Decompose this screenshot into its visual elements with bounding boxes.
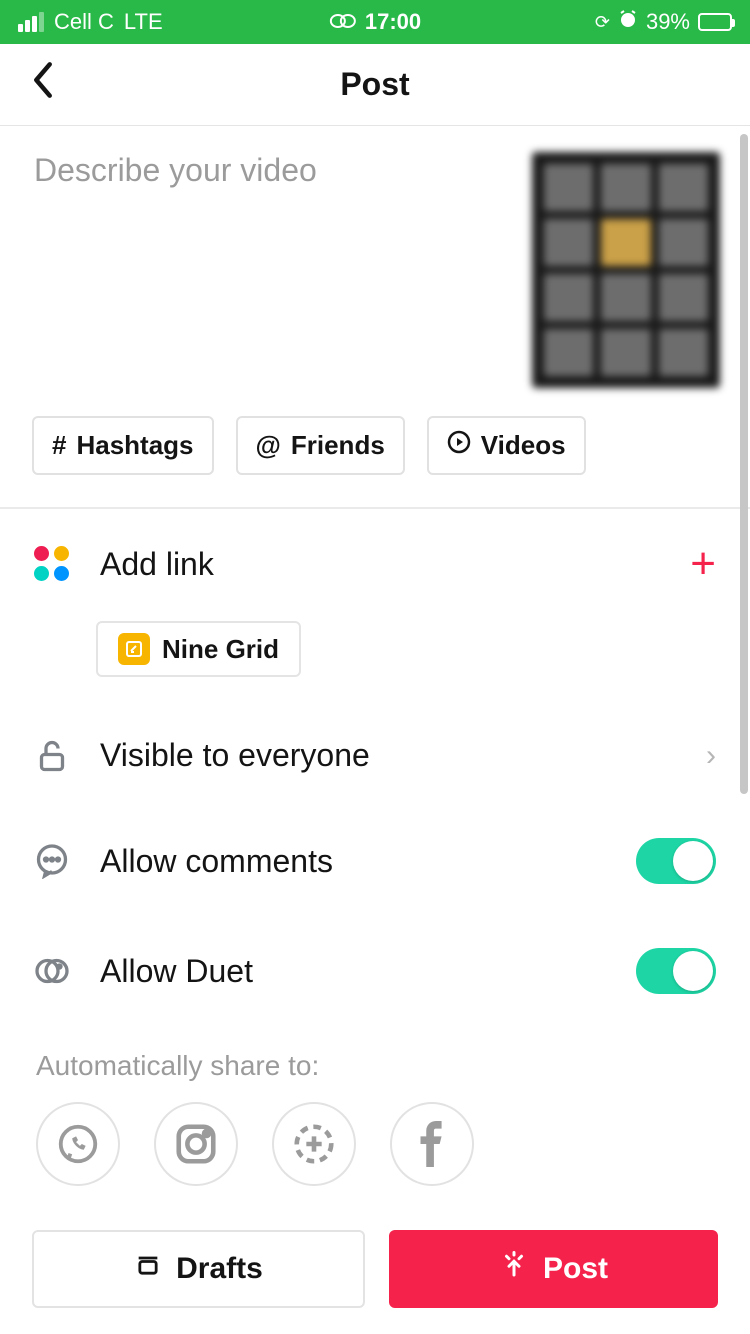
videos-label: Videos [481,430,566,461]
post-label: Post [543,1252,608,1286]
videos-chip[interactable]: Videos [427,416,586,475]
at-icon: @ [256,430,281,461]
share-instagram[interactable] [154,1102,238,1186]
scroll-indicator[interactable] [740,134,748,794]
alarm-icon [618,9,638,35]
lock-open-icon [34,738,70,774]
page-title: Post [340,66,409,103]
add-link-label: Add link [100,546,660,583]
battery-icon [698,13,732,31]
drafts-icon [134,1251,162,1287]
share-label: Automatically share to: [0,1026,750,1102]
drafts-label: Drafts [176,1252,263,1286]
visibility-label: Visible to everyone [100,737,676,774]
duet-row: Allow Duet [0,916,750,1026]
comments-label: Allow comments [100,843,606,880]
status-bar: Cell C LTE 17:00 ⟳ 39% [0,0,750,44]
comments-toggle[interactable] [636,838,716,884]
link-icon [329,9,357,35]
nine-grid-label: Nine Grid [162,634,279,665]
share-facebook[interactable] [390,1102,474,1186]
status-time: 17:00 [365,9,421,35]
friends-label: Friends [291,430,385,461]
orientation-lock-icon: ⟳ [595,12,610,33]
battery-percent: 39% [646,9,690,35]
hashtags-chip[interactable]: # Hashtags [32,416,214,475]
carrier-label: Cell C [54,9,114,35]
play-circle-icon [447,430,471,461]
hash-icon: # [52,430,66,461]
signal-icon [18,12,44,32]
nine-grid-chip[interactable]: Nine Grid [96,621,301,677]
add-link-row[interactable]: Add link + [0,509,750,619]
comment-icon [34,843,70,879]
ninegrid-icon [118,633,150,665]
duet-icon [34,953,70,989]
share-whatsapp[interactable] [36,1102,120,1186]
post-button[interactable]: Post [389,1230,718,1308]
share-story[interactable] [272,1102,356,1186]
visibility-row[interactable]: Visible to everyone › [0,705,750,806]
add-link-icon [34,546,70,582]
comments-row: Allow comments [0,806,750,916]
back-button[interactable] [30,61,56,109]
drafts-button[interactable]: Drafts [32,1230,365,1308]
post-icon [499,1250,529,1288]
hashtags-label: Hashtags [76,430,193,461]
caption-input[interactable]: Describe your video [34,152,514,388]
duet-toggle[interactable] [636,948,716,994]
plus-icon: + [690,539,716,589]
network-label: LTE [124,9,163,35]
duet-label: Allow Duet [100,953,606,990]
friends-chip[interactable]: @ Friends [236,416,405,475]
chevron-right-icon: › [706,739,716,773]
video-thumbnail[interactable] [532,152,720,388]
nav-bar: Post [0,44,750,126]
